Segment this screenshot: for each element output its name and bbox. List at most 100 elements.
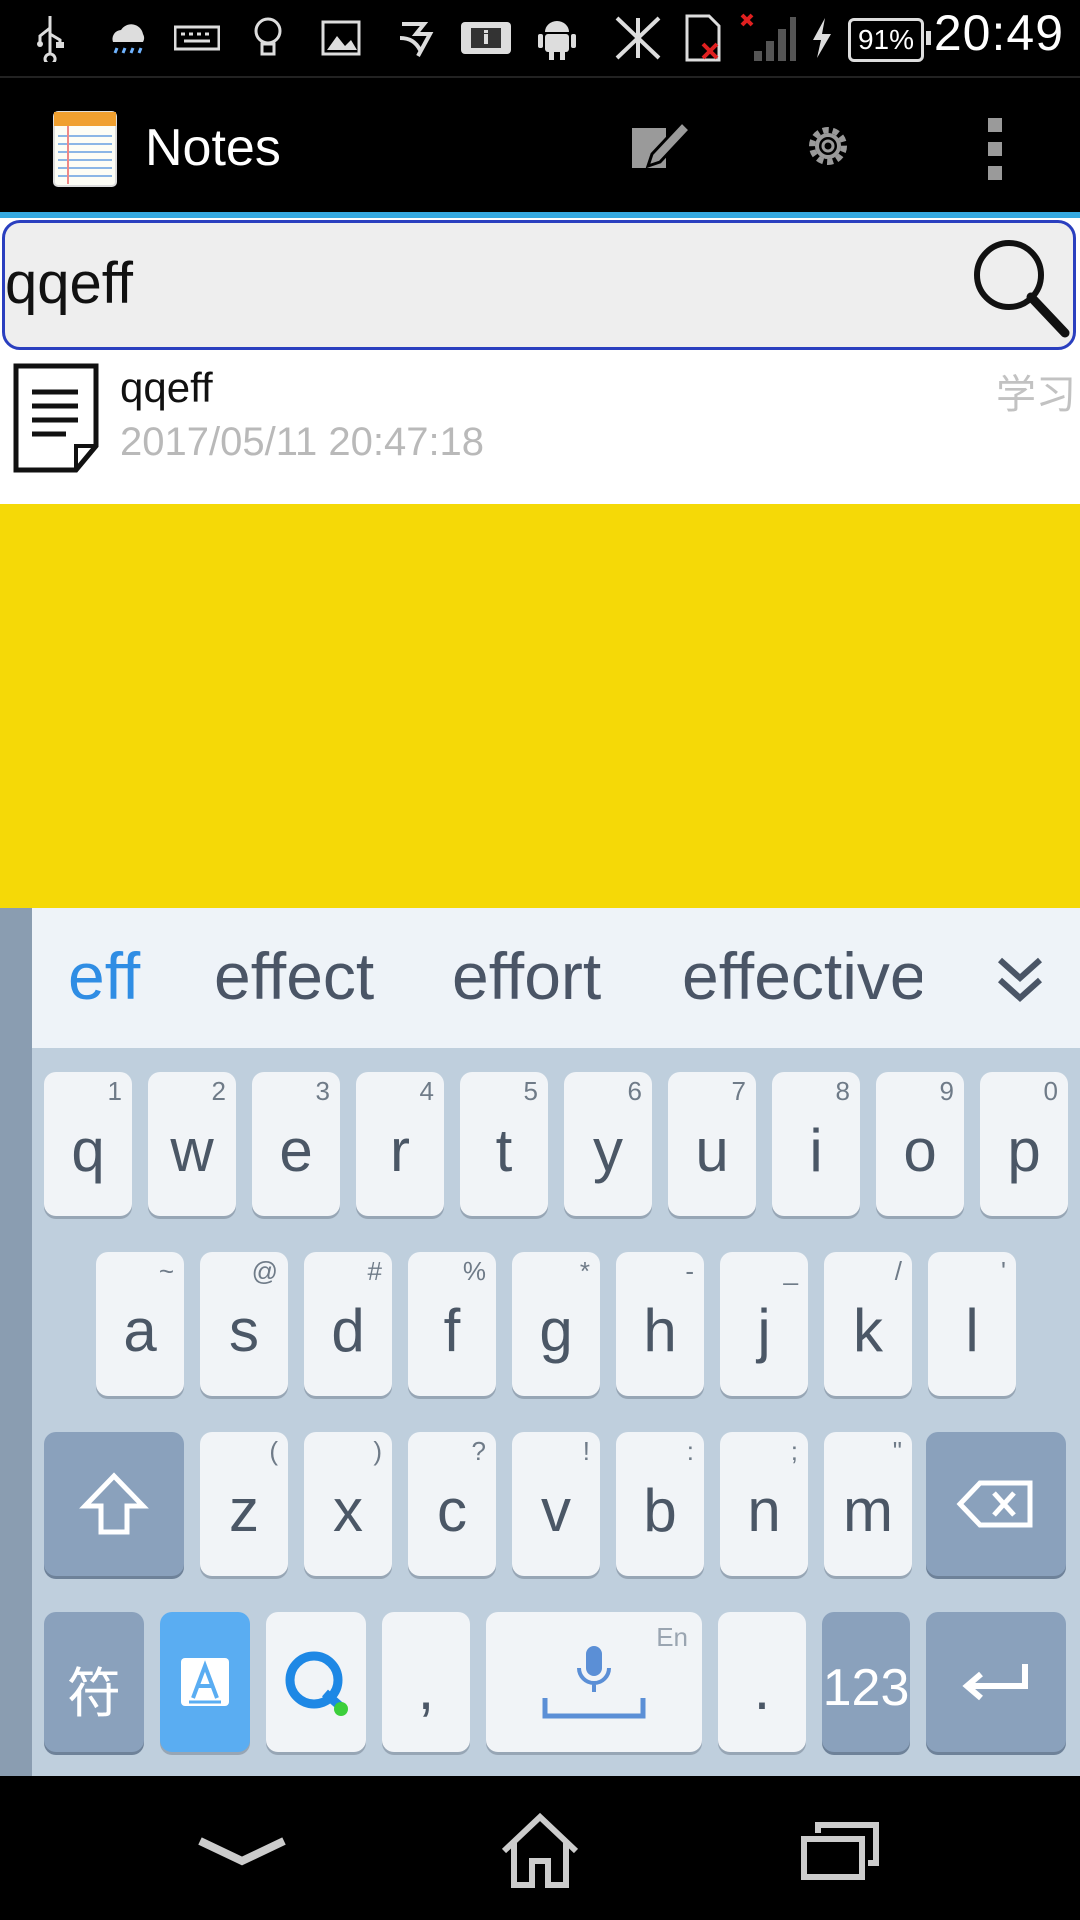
- key-hint: @: [251, 1256, 278, 1286]
- search-box[interactable]: [2, 220, 1076, 350]
- backspace-key[interactable]: [926, 1432, 1066, 1576]
- key-label: e: [279, 1116, 313, 1184]
- ime-logo-key[interactable]: [266, 1612, 366, 1752]
- no-signal-icon: [738, 12, 798, 64]
- note-document-icon: [10, 362, 105, 474]
- key-label: p: [1007, 1116, 1041, 1184]
- input-mode-key[interactable]: [160, 1612, 250, 1752]
- key-label: b: [643, 1476, 677, 1544]
- symbols-key-label: 符: [67, 1663, 121, 1724]
- key-v[interactable]: ! v: [512, 1432, 600, 1576]
- suggestion-item[interactable]: effective: [682, 938, 922, 1014]
- key-i[interactable]: 8i: [772, 1072, 860, 1216]
- text-mode-icon: [181, 1658, 229, 1706]
- image-icon: [318, 12, 364, 64]
- android-icon: [532, 12, 582, 64]
- key-label: x: [333, 1476, 363, 1544]
- key-label: m: [843, 1476, 893, 1544]
- key-p[interactable]: 0p: [980, 1072, 1068, 1216]
- key-hint: 7: [731, 1076, 746, 1106]
- key-hint: 2: [211, 1076, 226, 1106]
- key-label: h: [643, 1296, 677, 1364]
- action-bar: Notes: [0, 76, 1080, 214]
- key-c[interactable]: ? c: [408, 1432, 496, 1576]
- key-b[interactable]: :b: [616, 1432, 704, 1576]
- key-z[interactable]: (z: [200, 1432, 288, 1576]
- list-item[interactable]: qqeff 2017/05/11 20:47:18 学习: [0, 354, 1080, 504]
- key-x[interactable]: ) x: [304, 1432, 392, 1576]
- key-hint: ": [892, 1436, 902, 1466]
- key-a[interactable]: ~ a: [96, 1252, 184, 1396]
- note-date: 2017/05/11 20:47:18: [120, 420, 485, 464]
- space-language-hint: En: [656, 1622, 688, 1652]
- comma-key-label: ,: [417, 1654, 435, 1722]
- key-u[interactable]: 7u: [668, 1072, 756, 1216]
- key-label: g: [539, 1296, 573, 1364]
- key-y[interactable]: 6y: [564, 1072, 652, 1216]
- numbers-key[interactable]: 123: [822, 1612, 910, 1752]
- key-t[interactable]: 5t: [460, 1072, 548, 1216]
- key-label: s: [229, 1296, 259, 1364]
- key-hint: *: [579, 1256, 590, 1286]
- space-key[interactable]: En: [486, 1612, 702, 1752]
- key-label: k: [853, 1296, 883, 1364]
- recents-icon[interactable]: [780, 1806, 900, 1896]
- suggestion-item[interactable]: effect: [214, 938, 374, 1014]
- lightbulb-icon: [248, 12, 288, 64]
- key-s[interactable]: @ s: [200, 1252, 288, 1396]
- enter-key[interactable]: [926, 1612, 1066, 1752]
- shift-key[interactable]: [44, 1432, 184, 1576]
- overflow-menu-icon[interactable]: [980, 114, 1010, 184]
- key-f[interactable]: % f: [408, 1252, 496, 1396]
- key-label: o: [903, 1116, 937, 1184]
- collapse-suggestions-icon[interactable]: [990, 946, 1050, 1010]
- keyboard-icon: [172, 12, 222, 64]
- key-j[interactable]: _ j: [720, 1252, 808, 1396]
- sd-card-error-icon: [680, 12, 726, 64]
- key-label: y: [593, 1116, 623, 1184]
- key-hint: ;: [790, 1436, 798, 1466]
- key-d[interactable]: # d: [304, 1252, 392, 1396]
- settings-icon[interactable]: [800, 118, 856, 174]
- enter-icon: [962, 1664, 1028, 1701]
- key-e[interactable]: 3e: [252, 1072, 340, 1216]
- key-m[interactable]: " m: [824, 1432, 912, 1576]
- back-icon[interactable]: [182, 1806, 302, 1896]
- key-hint: _: [783, 1256, 798, 1286]
- key-n[interactable]: ; n: [720, 1432, 808, 1576]
- key-h[interactable]: -h: [616, 1252, 704, 1396]
- app-icon: [390, 12, 440, 64]
- key-hint: ): [373, 1436, 382, 1466]
- key-q[interactable]: 1q: [44, 1072, 132, 1216]
- home-icon[interactable]: [480, 1806, 600, 1896]
- key-label: w: [170, 1116, 214, 1184]
- suggestion-item[interactable]: eff: [68, 938, 140, 1014]
- microphone-icon: [542, 1646, 646, 1719]
- key-label: l: [965, 1296, 979, 1364]
- key-hint: 0: [1043, 1076, 1058, 1106]
- symbols-key[interactable]: 符: [44, 1612, 144, 1752]
- suggestion-bar: eff effect effort effective: [32, 908, 1080, 1048]
- key-k[interactable]: / k: [824, 1252, 912, 1396]
- key-hint: :: [686, 1436, 694, 1466]
- status-time: 20:49: [933, 5, 1064, 61]
- key-hint: 1: [107, 1076, 122, 1106]
- key-label: c: [437, 1476, 467, 1544]
- no-sync-icon: [610, 12, 666, 64]
- key-hint: 3: [315, 1076, 330, 1106]
- search-input[interactable]: [5, 243, 905, 323]
- search-icon[interactable]: [967, 233, 1073, 339]
- new-note-icon[interactable]: [624, 108, 694, 178]
- key-g[interactable]: * g: [512, 1252, 600, 1396]
- keyboard-side-strip: [0, 908, 32, 1776]
- key-r[interactable]: 4r: [356, 1072, 444, 1216]
- comma-key[interactable]: ,: [382, 1612, 470, 1752]
- key-o[interactable]: 9o: [876, 1072, 964, 1216]
- key-w[interactable]: 2w: [148, 1072, 236, 1216]
- key-hint: ': [1001, 1256, 1006, 1286]
- key-l[interactable]: ' l: [928, 1252, 1016, 1396]
- suggestion-item[interactable]: effort: [452, 938, 601, 1014]
- period-key[interactable]: .: [718, 1612, 806, 1752]
- notes-app-icon: [50, 108, 120, 188]
- key-hint: (: [269, 1436, 278, 1466]
